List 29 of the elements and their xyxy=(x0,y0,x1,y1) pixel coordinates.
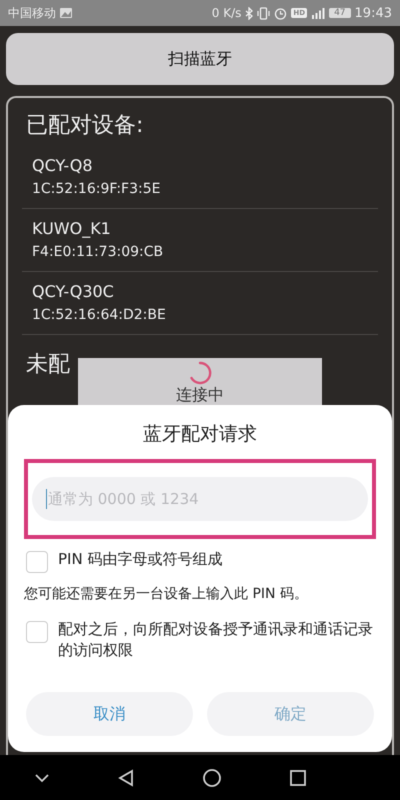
checkbox-label: PIN 码由字母或符号组成 xyxy=(58,549,222,570)
clock-time: 19:43 xyxy=(354,6,392,20)
chevron-down-icon[interactable] xyxy=(34,772,50,784)
checkbox-label: 配对之后，向所配对设备授予通讯录和通话记录的访问权限 xyxy=(58,619,374,661)
section-title: 已配对设备: xyxy=(26,112,144,140)
image-icon xyxy=(60,8,72,18)
info-text: 您可能还需要在另一台设备上输入此 PIN 码。 xyxy=(24,585,309,603)
device-item[interactable]: QCY-Q30C 1C:52:16:64:D2:BE xyxy=(22,272,378,335)
checkbox[interactable] xyxy=(26,621,48,643)
section-title: 未配 xyxy=(26,351,70,379)
pin-input-field[interactable]: 通常为 0000 或 1234 xyxy=(32,477,368,521)
battery-level: 47 xyxy=(329,8,351,18)
dialog-title: 蓝牙配对请求 xyxy=(142,422,258,447)
carrier-name: 中国移动 xyxy=(8,4,56,22)
vibrate-icon xyxy=(257,6,270,20)
device-item[interactable]: QCY-Q8 1C:52:16:9F:F3:5E xyxy=(22,146,378,209)
back-icon[interactable] xyxy=(116,768,134,786)
bluetooth-icon xyxy=(245,6,254,20)
scan-bluetooth-button[interactable]: 扫描蓝牙 xyxy=(6,33,394,85)
loading-spinner-icon xyxy=(188,361,212,385)
signal-icon xyxy=(311,7,326,19)
text-cursor xyxy=(46,489,47,509)
home-icon[interactable] xyxy=(202,768,222,788)
recents-icon[interactable] xyxy=(288,768,306,786)
progress-message: 连接中 xyxy=(176,385,224,405)
checkbox[interactable] xyxy=(26,551,48,573)
network-speed: 0 K/s xyxy=(212,6,242,20)
device-item[interactable]: KUWO_K1 F4:E0:11:73:09:CB xyxy=(22,209,378,272)
alarm-icon xyxy=(274,6,288,20)
